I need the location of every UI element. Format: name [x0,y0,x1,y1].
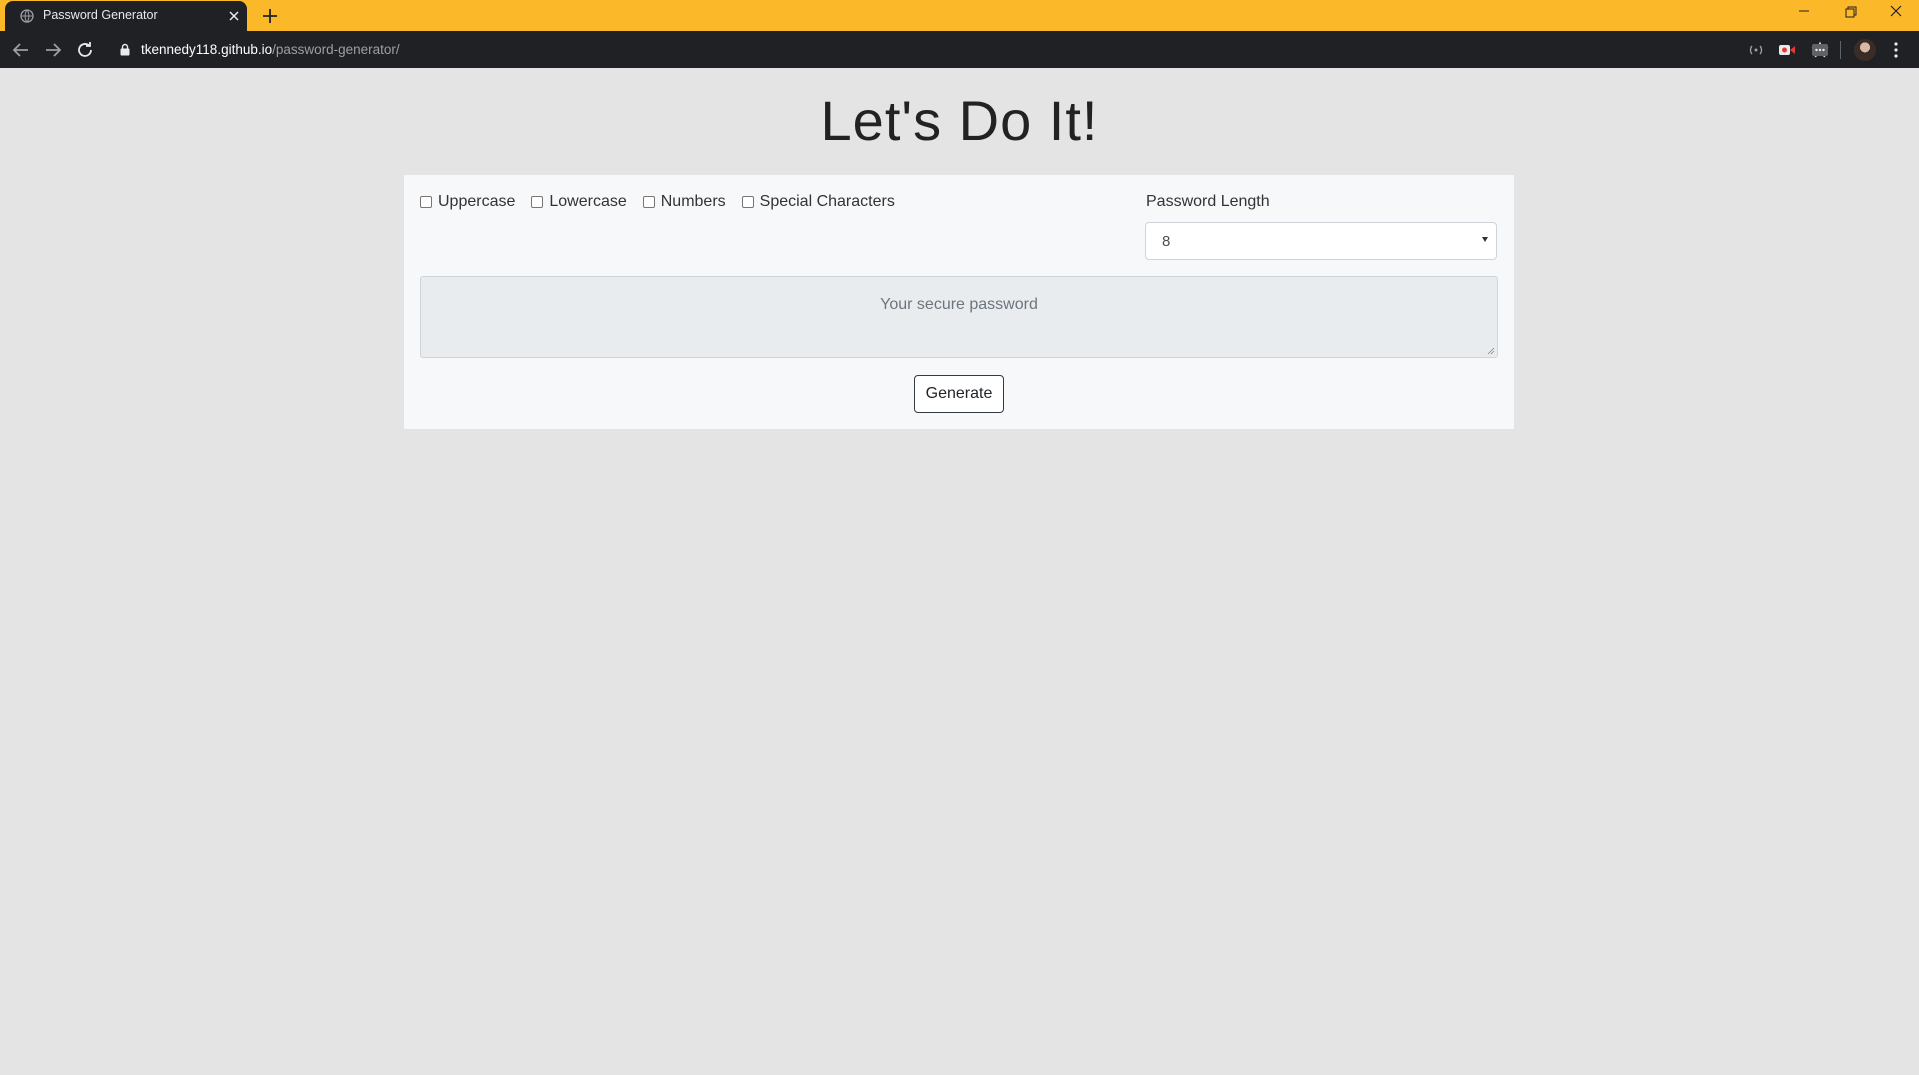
special-characters-checkbox[interactable] [741,196,754,208]
restore-icon[interactable] [1827,0,1873,26]
profile-avatar[interactable] [1854,39,1876,61]
record-extension-icon[interactable] [1777,40,1797,60]
uppercase-checkbox[interactable] [420,196,432,208]
option-lowercase[interactable]: Lowercase [531,193,627,211]
back-icon[interactable] [9,38,33,62]
resize-handle-icon[interactable] [1487,347,1495,355]
page-content: Let's Do It! Uppercase Lowercase Numbers… [0,68,1919,1075]
new-tab-icon[interactable] [259,5,281,27]
reload-icon[interactable] [73,38,97,62]
character-options: Uppercase Lowercase Numbers Special Char… [420,193,911,211]
url-text[interactable]: tkennedy118.github.io/password-generator… [141,42,400,57]
option-numbers[interactable]: Numbers [642,193,726,211]
tab-title: Password Generator [43,8,158,22]
page-title: Let's Do It! [820,89,1099,152]
globe-icon [20,9,34,23]
option-label: Uppercase [438,193,516,210]
password-length-select[interactable]: 8 [1145,222,1497,260]
lowercase-checkbox[interactable] [531,196,544,208]
toolbar-divider [1840,41,1841,59]
numbers-checkbox[interactable] [642,196,655,208]
forward-icon[interactable] [41,38,65,62]
password-output[interactable]: Your secure password [420,276,1498,358]
password-placeholder: Your secure password [880,296,1038,313]
option-label: Numbers [660,193,726,210]
url-host: tkennedy118.github.io [141,42,273,57]
option-special-characters[interactable]: Special Characters [741,193,895,211]
browser-titlebar: Password Generator [0,0,1919,31]
minimize-icon[interactable] [1781,0,1827,26]
password-length-value: 8 [1162,233,1171,250]
url-path: /password-generator/ [272,42,400,57]
browser-toolbar: tkennedy118.github.io/password-generator… [0,31,1919,68]
close-window-icon[interactable] [1873,0,1919,26]
close-tab-icon[interactable] [225,7,243,25]
lock-icon[interactable] [119,43,131,56]
generator-card: Uppercase Lowercase Numbers Special Char… [404,175,1514,429]
generate-button[interactable]: Generate [914,375,1004,413]
more-menu-icon[interactable] [1892,41,1900,59]
option-label: Lowercase [549,193,627,210]
option-uppercase[interactable]: Uppercase [420,193,515,211]
extension-menu-icon[interactable] [1810,40,1830,60]
option-label: Special Characters [759,193,895,210]
password-length-label: Password Length [1146,193,1270,210]
cast-extension-icon[interactable] [1746,40,1766,60]
chevron-down-icon [1482,237,1488,242]
browser-tab[interactable]: Password Generator [5,1,247,31]
address-bar[interactable]: tkennedy118.github.io/password-generator… [107,35,1829,64]
